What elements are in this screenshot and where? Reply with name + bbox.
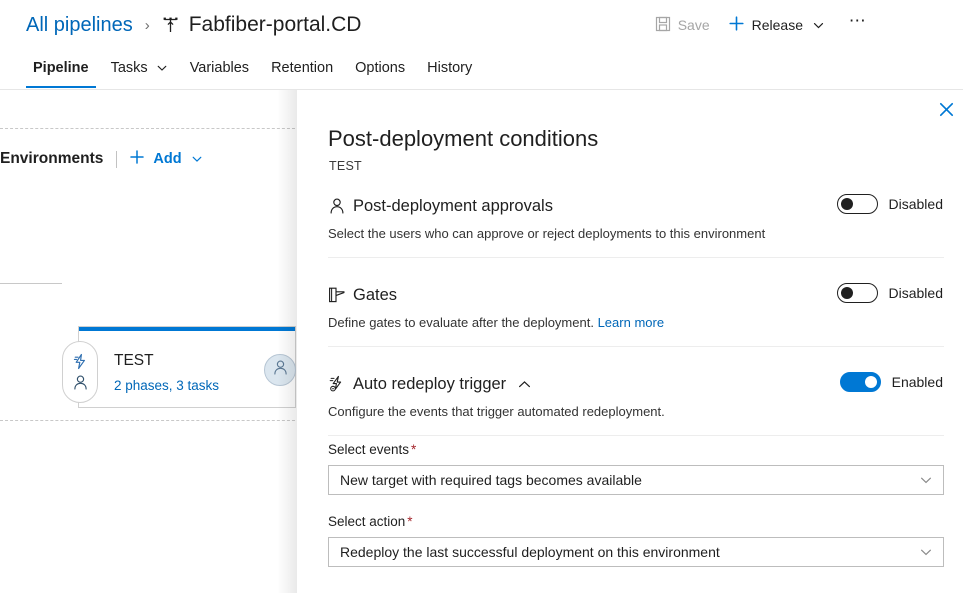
section-description: Define gates to evaluate after the deplo… <box>328 314 943 331</box>
toggle-knob <box>841 287 853 299</box>
release-button[interactable]: Release <box>722 12 831 38</box>
tab-variables[interactable]: Variables <box>179 52 260 84</box>
select-action-label-text: Select action <box>328 514 405 529</box>
tab-tasks-label: Tasks <box>111 60 148 76</box>
save-button[interactable]: Save <box>649 12 716 38</box>
section-description: Select the users who can approve or reje… <box>328 225 943 242</box>
canvas-dashed-divider-bottom <box>0 420 300 421</box>
tab-variables-label: Variables <box>190 60 249 76</box>
gates-description-text: Define gates to evaluate after the deplo… <box>328 315 594 330</box>
gates-toggle-label: Disabled <box>889 285 943 301</box>
pre-deployment-conditions-badge[interactable] <box>62 341 98 403</box>
canvas-dashed-divider-top <box>0 128 300 129</box>
environments-header: Environments Add <box>0 147 203 171</box>
release-label: Release <box>752 17 803 33</box>
field-select-action: Select action* Redeploy the last success… <box>328 514 944 567</box>
plus-icon <box>129 149 145 169</box>
field-select-events: Select events* New target with required … <box>328 442 944 495</box>
person-icon <box>328 197 350 215</box>
chevron-up-icon[interactable] <box>517 377 532 392</box>
save-label: Save <box>678 17 710 33</box>
chevron-down-icon[interactable] <box>191 153 203 165</box>
required-asterisk: * <box>407 514 412 529</box>
select-events-dropdown[interactable]: New target with required tags becomes av… <box>328 465 944 495</box>
environment-card-accent-bar <box>79 327 295 331</box>
post-deployment-conditions-panel: Post-deployment conditions TEST Post-dep… <box>297 90 963 593</box>
gates-toggle-wrap: Disabled <box>837 283 943 303</box>
environments-divider <box>116 151 117 168</box>
section-header-row: Post-deployment approvals Disabled <box>328 195 943 217</box>
page-title: Fabfiber-portal.CD <box>189 13 362 37</box>
tab-options-label: Options <box>355 60 405 76</box>
select-events-value: New target with required tags becomes av… <box>340 472 642 488</box>
header-toolbar: Save Release ⋯ <box>649 12 871 38</box>
plus-icon <box>728 15 745 35</box>
select-action-label: Select action* <box>328 514 944 529</box>
section-header-row: Auto redeploy trigger Enabled <box>328 373 943 395</box>
environment-connector-line <box>0 283 62 284</box>
gates-learn-more-link[interactable]: Learn more <box>598 315 664 330</box>
section-gates: Gates Disabled Define gates to evaluate … <box>328 284 943 331</box>
section-title: Post-deployment approvals <box>353 197 553 216</box>
pipeline-canvas: Environments Add TEST 2 phases, 3 tasks <box>0 90 300 593</box>
person-icon <box>272 359 289 381</box>
add-environment-button[interactable]: Add <box>129 149 202 169</box>
pipeline-icon <box>161 16 180 35</box>
approvals-toggle-wrap: Disabled <box>837 194 943 214</box>
section-divider <box>328 257 944 258</box>
select-events-label: Select events* <box>328 442 944 457</box>
tab-history[interactable]: History <box>416 52 483 84</box>
tab-bar: Pipeline Tasks Variables Retention Optio… <box>0 52 963 90</box>
more-ellipsis-icon[interactable]: ⋯ <box>845 8 871 42</box>
person-icon <box>72 374 89 391</box>
chevron-down-icon[interactable] <box>156 62 168 74</box>
select-action-value: Redeploy the last successful deployment … <box>340 544 720 560</box>
approvals-toggle-label: Disabled <box>889 196 943 212</box>
required-asterisk: * <box>411 442 416 457</box>
auto-redeploy-toggle-wrap: Enabled <box>840 372 943 392</box>
tab-tasks[interactable]: Tasks <box>100 52 179 84</box>
section-divider <box>328 435 944 436</box>
lightning-gear-icon <box>328 375 350 393</box>
select-events-label-text: Select events <box>328 442 409 457</box>
section-header-row: Gates Disabled <box>328 284 943 306</box>
section-auto-redeploy-trigger: Auto redeploy trigger Enabled Configure … <box>328 373 943 420</box>
post-deployment-approvals-toggle[interactable] <box>837 194 878 214</box>
breadcrumb-separator: › <box>145 18 150 33</box>
chevron-down-icon[interactable] <box>919 473 933 487</box>
tab-retention-label: Retention <box>271 60 333 76</box>
auto-redeploy-trigger-toggle[interactable] <box>840 372 881 392</box>
environment-card-phases-link[interactable]: 2 phases, 3 tasks <box>114 378 219 393</box>
tab-options[interactable]: Options <box>344 52 416 84</box>
tab-history-label: History <box>427 60 472 76</box>
toggle-knob <box>841 198 853 210</box>
tab-retention[interactable]: Retention <box>260 52 344 84</box>
close-icon[interactable] <box>931 94 961 124</box>
toggle-knob <box>865 376 877 388</box>
section-divider <box>328 346 944 347</box>
chevron-down-icon[interactable] <box>919 545 933 559</box>
environments-title: Environments <box>0 150 103 168</box>
auto-redeploy-toggle-label: Enabled <box>892 374 943 390</box>
section-post-deployment-approvals: Post-deployment approvals Disabled Selec… <box>328 195 943 242</box>
panel-title: Post-deployment conditions <box>328 126 598 152</box>
gate-icon <box>328 286 350 304</box>
panel-subtitle: TEST <box>329 159 362 173</box>
section-title: Auto redeploy trigger <box>353 375 506 394</box>
lightning-bolt-icon <box>72 353 89 370</box>
post-deployment-conditions-badge[interactable] <box>264 354 296 386</box>
add-environment-label: Add <box>153 151 181 167</box>
select-action-dropdown[interactable]: Redeploy the last successful deployment … <box>328 537 944 567</box>
section-description: Configure the events that trigger automa… <box>328 403 943 420</box>
app-header: All pipelines › Fabfiber-portal.CD <box>0 0 963 50</box>
save-disk-icon <box>655 16 671 35</box>
gates-toggle[interactable] <box>837 283 878 303</box>
section-title: Gates <box>353 286 397 305</box>
breadcrumb: All pipelines › Fabfiber-portal.CD <box>26 8 361 42</box>
tab-pipeline-label: Pipeline <box>33 60 89 76</box>
chevron-down-icon[interactable] <box>812 19 825 32</box>
environment-card-name: TEST <box>114 352 154 370</box>
tab-pipeline[interactable]: Pipeline <box>22 52 100 84</box>
breadcrumb-all-pipelines-link[interactable]: All pipelines <box>26 14 133 37</box>
